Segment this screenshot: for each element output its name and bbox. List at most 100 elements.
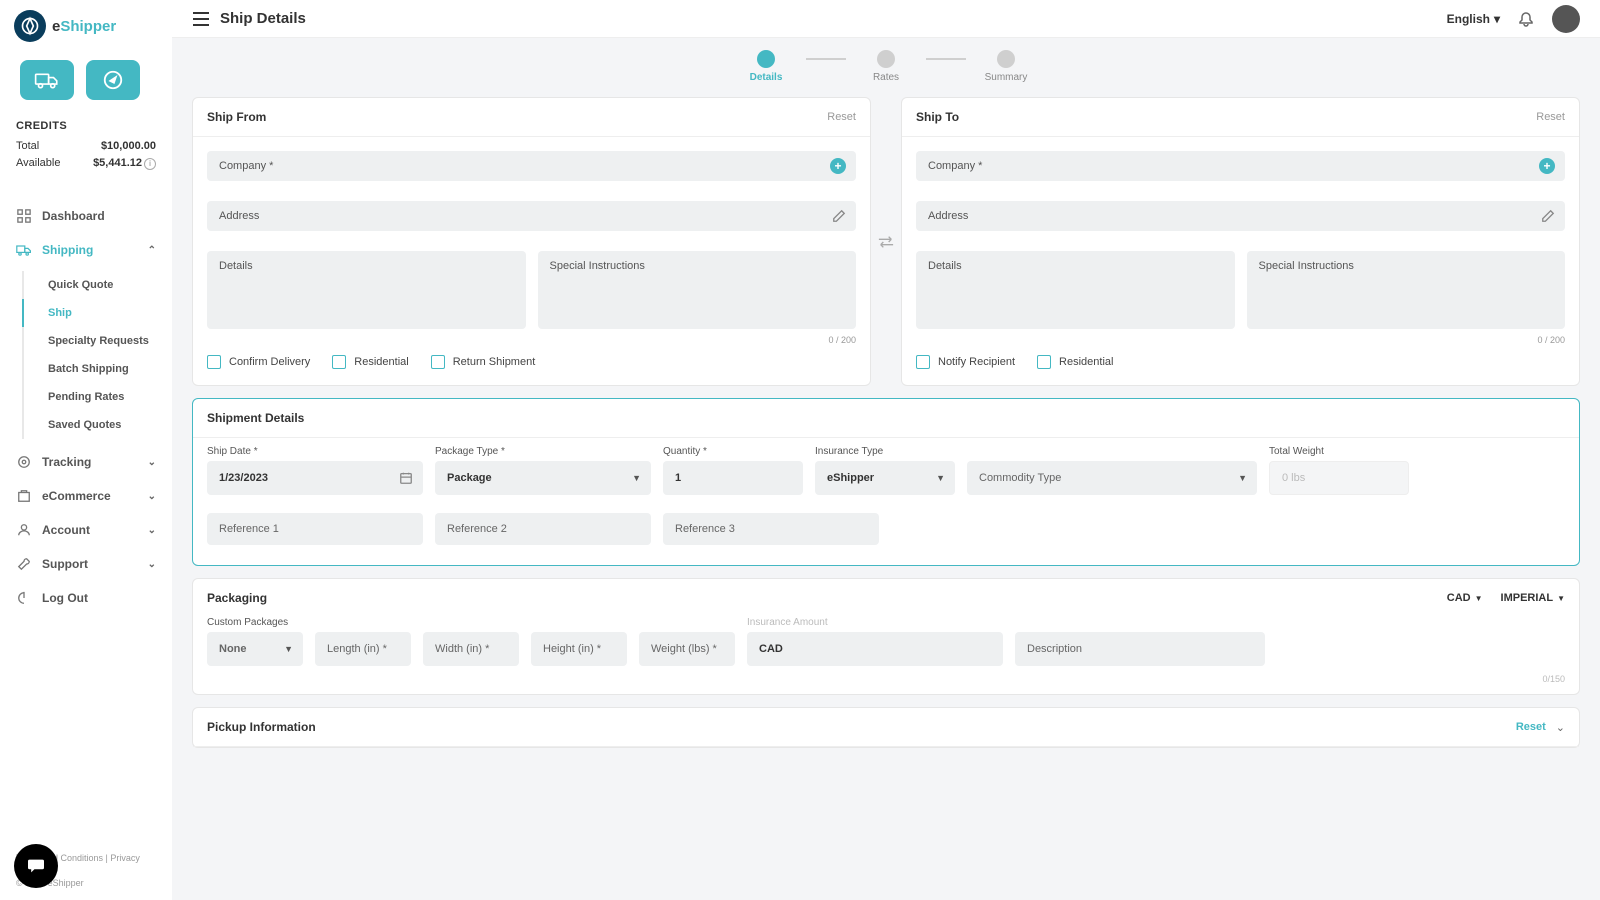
quantity-input[interactable]: 1 <box>663 461 803 495</box>
user-icon <box>16 522 32 538</box>
caret-down-icon: ▼ <box>284 644 293 654</box>
dashboard-icon <box>16 208 32 224</box>
logo-badge-icon <box>14 10 46 42</box>
caret-down-icon: ▼ <box>632 473 641 483</box>
length-input[interactable]: Length (in) * <box>315 632 411 666</box>
description-input[interactable]: Description <box>1015 632 1265 666</box>
tile-ship-icon[interactable] <box>20 60 74 100</box>
shipment-details-card: Shipment Details Ship Date * 1/23/2023 P… <box>192 398 1580 566</box>
caret-down-icon: ▼ <box>936 473 945 483</box>
caret-down-icon: ▼ <box>1557 594 1565 603</box>
package-type-select[interactable]: Package▼ <box>435 461 651 495</box>
reference-1-input[interactable]: Reference 1 <box>207 513 423 545</box>
ship-from-instructions-input[interactable]: Special Instructions <box>538 251 857 329</box>
ship-from-address-input[interactable]: Address <box>207 201 856 231</box>
insurance-type-select[interactable]: eShipper▼ <box>815 461 955 495</box>
ship-to-details-input[interactable]: Details <box>916 251 1235 329</box>
caret-down-icon: ▼ <box>1238 473 1247 483</box>
add-company-icon[interactable]: + <box>1539 158 1555 174</box>
ship-date-input[interactable]: 1/23/2023 <box>207 461 423 495</box>
return-shipment-checkbox[interactable]: Return Shipment <box>431 355 536 369</box>
reference-3-input[interactable]: Reference 3 <box>663 513 879 545</box>
insurance-amount-input[interactable]: CAD <box>747 632 1003 666</box>
ship-to-title: Ship To <box>916 110 959 124</box>
ship-from-reset[interactable]: Reset <box>827 111 856 123</box>
ship-from-title: Ship From <box>207 110 266 124</box>
ship-to-card: Ship To Reset Company * + Address <box>901 97 1580 386</box>
height-input[interactable]: Height (in) * <box>531 632 627 666</box>
add-company-icon[interactable]: + <box>830 158 846 174</box>
ship-to-company-input[interactable]: Company * + <box>916 151 1565 181</box>
bell-icon[interactable] <box>1518 11 1534 27</box>
ship-to-reset[interactable]: Reset <box>1536 111 1565 123</box>
logout-icon <box>16 590 32 606</box>
chevron-down-icon[interactable]: ⌄ <box>1556 721 1565 734</box>
ship-from-details-input[interactable]: Details <box>207 251 526 329</box>
residential-to-checkbox[interactable]: Residential <box>1037 355 1113 369</box>
calendar-icon[interactable] <box>399 471 413 485</box>
sidebar-item-logout[interactable]: Log Out <box>0 581 172 615</box>
total-weight-display: 0 lbs <box>1269 461 1409 495</box>
step-details[interactable]: Details <box>726 50 806 83</box>
weight-input[interactable]: Weight (lbs) * <box>639 632 735 666</box>
sidebar-item-tracking[interactable]: Tracking ⌄ <box>0 445 172 479</box>
notify-recipient-checkbox[interactable]: Notify Recipient <box>916 355 1015 369</box>
chevron-down-icon: ⌄ <box>148 457 156 468</box>
tile-compass-icon[interactable] <box>86 60 140 100</box>
ship-from-counter: 0 / 200 <box>207 335 856 345</box>
subnav-ship[interactable]: Ship <box>24 299 172 327</box>
truck-icon <box>16 242 32 258</box>
page-title: Ship Details <box>220 10 306 27</box>
logo-text: eShipper <box>52 18 116 35</box>
sidebar-item-ecommerce[interactable]: eCommerce ⌄ <box>0 479 172 513</box>
edit-icon[interactable] <box>832 209 846 223</box>
confirm-delivery-checkbox[interactable]: Confirm Delivery <box>207 355 310 369</box>
ship-to-address-input[interactable]: Address <box>916 201 1565 231</box>
shipment-title: Shipment Details <box>207 411 304 425</box>
language-selector[interactable]: English▾ <box>1447 12 1500 26</box>
currency-select[interactable]: CAD ▼ <box>1447 592 1483 604</box>
step-summary[interactable]: Summary <box>966 50 1046 83</box>
subnav-quick-quote[interactable]: Quick Quote <box>24 271 172 299</box>
cart-icon <box>16 488 32 504</box>
chat-bubble-icon[interactable] <box>14 844 58 888</box>
info-icon[interactable]: i <box>144 158 156 170</box>
subnav-saved[interactable]: Saved Quotes <box>24 411 172 439</box>
chevron-down-icon: ⌄ <box>148 559 156 570</box>
avatar[interactable] <box>1552 5 1580 33</box>
custom-packages-select[interactable]: None▼ <box>207 632 303 666</box>
packaging-card: Packaging CAD ▼ IMPERIAL ▼ Custom Packag… <box>192 578 1580 695</box>
credits-section: CREDITS Total$10,000.00 Available$5,441.… <box>0 114 172 185</box>
width-input[interactable]: Width (in) * <box>423 632 519 666</box>
caret-down-icon: ▾ <box>1494 12 1500 26</box>
pickup-title: Pickup Information <box>207 720 316 734</box>
ship-from-card: Ship From Reset Company * + Address <box>192 97 871 386</box>
reference-2-input[interactable]: Reference 2 <box>435 513 651 545</box>
ship-from-company-input[interactable]: Company * + <box>207 151 856 181</box>
sidebar-item-support[interactable]: Support ⌄ <box>0 547 172 581</box>
stepper: Details Rates Summary <box>192 50 1580 83</box>
step-rates[interactable]: Rates <box>846 50 926 83</box>
sidebar-item-shipping[interactable]: Shipping ⌃ <box>0 233 172 267</box>
edit-icon[interactable] <box>1541 209 1555 223</box>
swap-icon[interactable] <box>878 235 894 249</box>
residential-from-checkbox[interactable]: Residential <box>332 355 408 369</box>
ship-to-counter: 0 / 200 <box>916 335 1565 345</box>
subnav-batch[interactable]: Batch Shipping <box>24 355 172 383</box>
sidebar-item-account[interactable]: Account ⌄ <box>0 513 172 547</box>
subnav-specialty[interactable]: Specialty Requests <box>24 327 172 355</box>
menu-icon[interactable] <box>192 12 210 26</box>
description-counter: 0/150 <box>1241 674 1565 684</box>
pickup-reset[interactable]: Reset <box>1516 721 1546 733</box>
ship-to-instructions-input[interactable]: Special Instructions <box>1247 251 1566 329</box>
commodity-type-select[interactable]: Commodity Type▼ <box>967 461 1257 495</box>
logo[interactable]: eShipper <box>0 0 172 52</box>
pickup-card: Pickup Information Reset ⌄ <box>192 707 1580 748</box>
wrench-icon <box>16 556 32 572</box>
packaging-title: Packaging <box>207 591 267 605</box>
sidebar-item-dashboard[interactable]: Dashboard <box>0 199 172 233</box>
chevron-down-icon: ⌄ <box>148 525 156 536</box>
subnav-pending[interactable]: Pending Rates <box>24 383 172 411</box>
units-select[interactable]: IMPERIAL ▼ <box>1501 592 1565 604</box>
target-icon <box>16 454 32 470</box>
